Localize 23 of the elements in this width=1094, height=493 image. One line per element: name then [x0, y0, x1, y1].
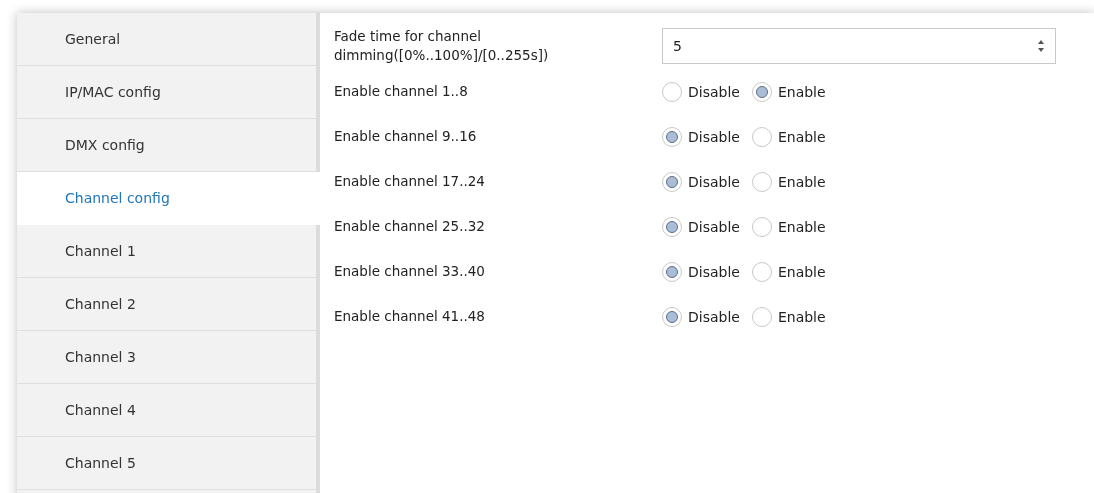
- radio-option[interactable]: Enable: [751, 216, 826, 237]
- radio-option[interactable]: Disable: [662, 306, 740, 327]
- radio-option[interactable]: Enable: [751, 171, 826, 192]
- radio-option[interactable]: Disable: [662, 81, 740, 102]
- channel-label: Enable channel 41..48: [334, 307, 486, 326]
- spinner-icon[interactable]: [1037, 39, 1045, 53]
- channel-label: Enable channel 33..40: [334, 262, 486, 281]
- radio-option[interactable]: Enable: [751, 81, 826, 102]
- radio-option[interactable]: Enable: [751, 126, 826, 147]
- radio-option[interactable]: Disable: [662, 261, 740, 282]
- channel-label: Enable channel 17..24: [334, 172, 486, 191]
- channel-label: Enable channel 9..16: [334, 127, 478, 146]
- number-field[interactable]: 5: [662, 28, 1056, 64]
- radio-option[interactable]: Disable: [662, 126, 740, 147]
- radio-option[interactable]: Enable: [751, 306, 826, 327]
- radio-option[interactable]: Disable: [662, 171, 740, 192]
- channel-label: Enable channel 1..8: [334, 82, 469, 101]
- field-value: 5: [673, 38, 682, 54]
- fade-time-label: Fade time for channel dimming([0%..100%]/[0..255s]): [334, 27, 550, 65]
- radio-option[interactable]: Disable: [662, 216, 740, 237]
- sidebar-item[interactable]: Channel config: [17, 172, 320, 225]
- channel-label: Enable channel 25..32: [334, 217, 486, 236]
- radio-option[interactable]: Enable: [751, 261, 826, 282]
